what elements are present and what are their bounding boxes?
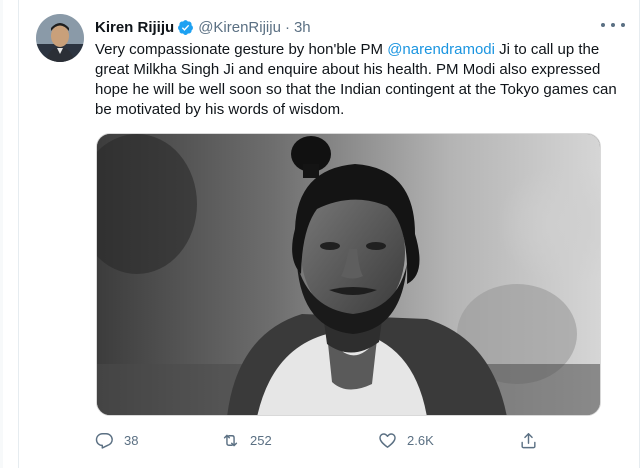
separator-dot: · — [284, 18, 290, 36]
reply-icon — [95, 432, 113, 449]
share-icon — [521, 432, 536, 448]
tweet-card[interactable]: Kiren Rijiju @KirenRijiju · 3h Very comp… — [18, 0, 640, 468]
retweet-count: 252 — [250, 432, 272, 448]
tweet-actions: 38 252 2.6K — [95, 427, 538, 453]
reply-count: 38 — [124, 432, 139, 448]
like-button[interactable]: 2.6K — [378, 427, 434, 453]
tweet-text: Very compassionate gesture by hon'ble PM… — [95, 40, 630, 120]
retweet-button[interactable]: 252 — [221, 427, 272, 453]
like-icon — [379, 432, 396, 448]
share-button[interactable] — [519, 427, 538, 453]
verified-badge-icon — [177, 19, 194, 36]
timestamp[interactable]: 3h — [294, 19, 311, 36]
avatar[interactable] — [36, 14, 84, 62]
author-name[interactable]: Kiren Rijiju — [95, 19, 174, 36]
tweet-photo[interactable] — [96, 133, 601, 416]
more-options-icon[interactable] — [601, 16, 625, 34]
like-count: 2.6K — [407, 432, 434, 448]
author-handle[interactable]: @KirenRijiju — [198, 19, 281, 36]
page-edge — [0, 0, 3, 468]
mention-link[interactable]: @narendramodi — [387, 41, 495, 58]
reply-button[interactable]: 38 — [95, 427, 138, 453]
retweet-icon — [223, 434, 238, 446]
tweet-header: Kiren Rijiju @KirenRijiju · 3h — [95, 16, 311, 38]
tweet-text-part1: Very compassionate gesture by hon'ble PM — [95, 41, 388, 58]
